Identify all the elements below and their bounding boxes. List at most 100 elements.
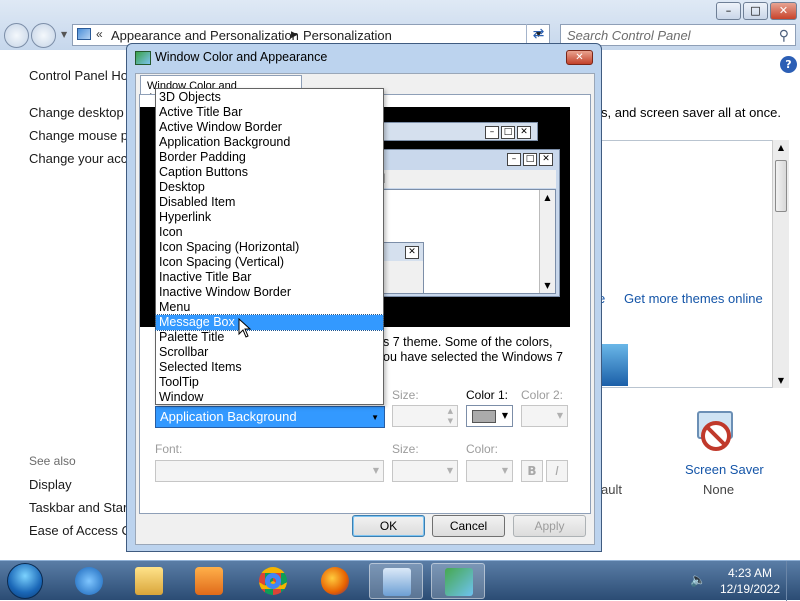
font-size-select: ▼ <box>392 460 458 482</box>
help-icon[interactable]: ? <box>780 56 797 73</box>
dropdown-item-inactive-window-border[interactable]: Inactive Window Border <box>156 285 383 300</box>
color1-dropdown-icon[interactable]: ▼ <box>502 411 508 420</box>
recent-pages-chevron-icon[interactable]: ▼ <box>61 30 67 39</box>
font-color-dropdown-icon: ▼ <box>501 466 508 475</box>
bold-button: B <box>521 460 543 482</box>
theme-description-line2: ou have selected the Windows 7 <box>383 350 563 364</box>
dialog-title: Window Color and Appearance <box>155 50 328 64</box>
cancel-button[interactable]: Cancel <box>432 515 505 537</box>
item-dropdown-list[interactable]: 3D Objects Active Title Bar Active Windo… <box>155 88 384 405</box>
dropdown-item-message-box[interactable]: Message Box <box>155 314 384 331</box>
internet-explorer-icon <box>75 567 103 595</box>
screen-saver-icon[interactable] <box>694 408 742 456</box>
dropdown-item-selected-items[interactable]: Selected Items <box>156 360 383 375</box>
font-dropdown-icon: ▼ <box>372 466 379 475</box>
dropdown-item-application-background[interactable]: Application Background <box>156 135 383 150</box>
italic-button: I <box>546 460 568 482</box>
firefox-icon <box>321 567 349 595</box>
get-more-themes-link[interactable]: Get more themes online <box>624 291 763 306</box>
dropdown-item-disabled-item[interactable]: Disabled Item <box>156 195 383 210</box>
color2-label: Color 2: <box>521 388 564 402</box>
color1-swatch <box>472 410 496 423</box>
item-select[interactable]: Application Background ▼ <box>155 406 385 428</box>
preview-close-icon: ✕ <box>517 126 531 139</box>
scroll-up-icon[interactable]: ▲ <box>773 140 789 155</box>
search-placeholder: Search Control Panel <box>567 28 691 43</box>
see-also-header: See also <box>29 454 76 468</box>
dropdown-item-icon-spacing-vertical[interactable]: Icon Spacing (Vertical) <box>156 255 383 270</box>
color1-label: Color 1: <box>466 388 509 402</box>
preview-minimize-icon: – <box>485 126 499 139</box>
taskbar-chrome[interactable] <box>246 563 300 599</box>
scrollbar-thumb[interactable] <box>775 160 787 212</box>
color2-picker: ▼ <box>521 405 568 427</box>
dropdown-item-icon[interactable]: Icon <box>156 225 383 240</box>
preview-active-minimize-icon: – <box>507 153 521 166</box>
size-spinner: ▲ ▼ <box>392 405 458 427</box>
dropdown-item-tooltip[interactable]: ToolTip <box>156 375 383 390</box>
control-panel-icon <box>77 28 91 40</box>
breadcrumb-separator-icon[interactable]: ▶ <box>291 29 298 40</box>
theme-thumbnail[interactable] <box>598 344 628 386</box>
dialog-close-button[interactable]: ✕ <box>566 50 593 65</box>
dropdown-item-3d-objects[interactable]: 3D Objects <box>156 90 383 105</box>
breadcrumb-overflow[interactable]: « <box>96 27 103 41</box>
dropdown-item-active-window-border[interactable]: Active Window Border <box>156 120 383 135</box>
preview-active-close-icon: ✕ <box>539 153 553 166</box>
dropdown-item-scrollbar[interactable]: Scrollbar <box>156 345 383 360</box>
item-select-value: Application Background <box>160 409 297 424</box>
change-desktop-icons-link[interactable]: Change desktop ic <box>29 105 137 120</box>
screen-saver-link[interactable]: Screen Saver <box>685 462 764 477</box>
system-clock[interactable]: 4:23 AM 12/19/2022 <box>712 565 788 597</box>
size-up-icon: ▲ <box>447 407 453 415</box>
maximize-button[interactable]: □ <box>743 2 768 20</box>
apply-button: Apply <box>513 515 586 537</box>
back-button[interactable] <box>4 23 29 48</box>
forward-button[interactable] <box>31 23 56 48</box>
change-account-picture-link[interactable]: Change your acco <box>29 151 135 166</box>
themes-scrollbar[interactable]: ▲ ▼ <box>772 140 789 388</box>
change-mouse-pointers-link[interactable]: Change mouse po <box>29 128 135 143</box>
dropdown-item-menu[interactable]: Menu <box>156 300 383 315</box>
start-button[interactable] <box>7 563 43 599</box>
font-size-dropdown-icon: ▼ <box>446 466 453 475</box>
search-icon[interactable]: ⚲ <box>779 27 789 44</box>
dropdown-item-hyperlink[interactable]: Hyperlink <box>156 210 383 225</box>
preview-scroll-up-icon: ▲ <box>544 193 551 202</box>
close-button[interactable]: ✕ <box>770 2 797 20</box>
dropdown-item-icon-spacing-horizontal[interactable]: Icon Spacing (Horizontal) <box>156 240 383 255</box>
taskbar-firefox[interactable] <box>308 563 362 599</box>
ok-button[interactable]: OK <box>352 515 425 537</box>
dropdown-item-active-title-bar[interactable]: Active Title Bar <box>156 105 383 120</box>
media-player-icon <box>195 567 223 595</box>
dropdown-item-palette-title[interactable]: Palette Title <box>156 330 383 345</box>
volume-muted-icon[interactable]: 🔈 <box>690 573 706 589</box>
font-select: ▼ <box>155 460 384 482</box>
dropdown-item-caption-buttons[interactable]: Caption Buttons <box>156 165 383 180</box>
dropdown-item-desktop[interactable]: Desktop <box>156 180 383 195</box>
preview-scroll-down-icon: ▼ <box>544 281 551 290</box>
scroll-down-icon[interactable]: ▼ <box>773 373 789 388</box>
show-desktop-button[interactable] <box>786 561 800 601</box>
taskbar-media-player[interactable] <box>182 563 236 599</box>
dropdown-item-inactive-title-bar[interactable]: Inactive Title Bar <box>156 270 383 285</box>
clock-date: 12/19/2022 <box>719 582 781 596</box>
item-dropdown-arrow-icon[interactable]: ▼ <box>371 413 379 422</box>
folder-icon <box>135 567 163 595</box>
preview-active-maximize-icon: □ <box>523 153 537 166</box>
dropdown-item-border-padding[interactable]: Border Padding <box>156 150 383 165</box>
see-also-display-link[interactable]: Display <box>29 477 72 492</box>
taskbar-personalization[interactable] <box>431 563 485 599</box>
breadcrumb-appearance[interactable]: Appearance and Personalization <box>111 28 299 43</box>
minimize-button[interactable]: – <box>716 2 741 20</box>
preview-maximize-icon: □ <box>501 126 515 139</box>
control-panel-home-link[interactable]: Control Panel Hor <box>29 68 132 83</box>
taskbar-internet-explorer[interactable] <box>62 563 116 599</box>
sounds-value-fragment: ault <box>601 482 622 497</box>
taskbar-file-explorer[interactable] <box>122 563 176 599</box>
color1-picker[interactable]: ▼ <box>466 405 513 427</box>
taskbar-control-panel[interactable] <box>369 563 423 599</box>
dropdown-item-window[interactable]: Window <box>156 390 383 405</box>
clock-time: 4:23 AM <box>727 566 773 580</box>
breadcrumb-personalization[interactable]: Personalization <box>303 28 392 43</box>
